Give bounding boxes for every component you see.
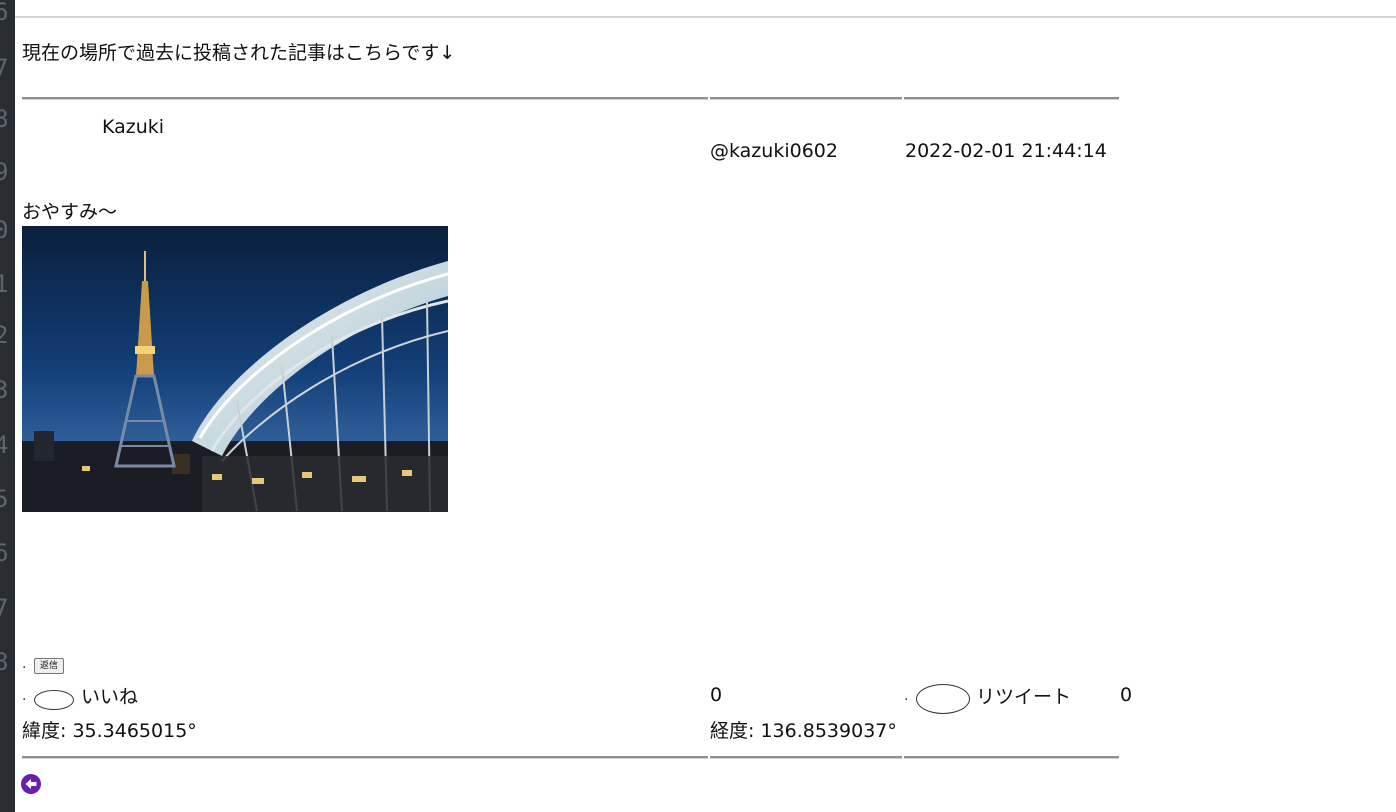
list-bullet: . (22, 688, 27, 704)
line-number: 2 (0, 321, 9, 349)
reply-button[interactable]: 返信 (34, 658, 64, 674)
latitude-text: 緯度: 35.3465015° (22, 720, 197, 742)
line-number: 0 (0, 216, 9, 244)
post-user-name[interactable]: Kazuki (102, 116, 164, 138)
night-cityscape-image (22, 226, 448, 512)
table-rule (710, 97, 902, 99)
line-number: 3 (0, 376, 9, 404)
line-number: 8 (0, 648, 9, 676)
post-body-text: おやすみ〜 (22, 201, 118, 223)
line-number: 4 (0, 431, 9, 459)
line-number: 5 (0, 485, 9, 513)
intro-heading: 現在の場所で過去に投稿された記事はこちらです↓ (22, 42, 456, 64)
table-rule (22, 97, 708, 99)
table-rule (904, 97, 1119, 99)
post-photo (22, 226, 448, 512)
line-number: 7 (0, 54, 9, 82)
line-number-gutter: 6 7 8 9 0 1 2 3 4 5 6 7 8 (0, 0, 15, 812)
list-bullet: . (904, 688, 909, 704)
longitude-text: 経度: 136.8539037° (710, 720, 897, 742)
line-number: 9 (0, 158, 9, 186)
list-bullet: . (22, 656, 27, 672)
line-number: 8 (0, 105, 9, 133)
retweet-count: 0 (1120, 684, 1133, 706)
back-link[interactable] (21, 774, 41, 794)
line-number: 6 (0, 0, 9, 26)
arrow-left-circle-icon (21, 774, 41, 794)
line-number: 6 (0, 539, 9, 567)
post-user-handle[interactable]: @kazuki0602 (710, 140, 838, 162)
line-number: 7 (0, 594, 9, 622)
like-label: いいね (81, 686, 139, 708)
post-timestamp: 2022-02-01 21:44:14 (905, 140, 1107, 162)
like-count: 0 (710, 684, 723, 706)
retweet-label: リツイート (976, 686, 1072, 708)
retweet-button[interactable] (916, 684, 970, 714)
table-rule (22, 756, 708, 758)
table-rule (710, 756, 902, 758)
top-divider (15, 16, 1396, 18)
like-button[interactable] (34, 690, 74, 710)
table-rule (904, 756, 1119, 758)
line-number: 1 (0, 270, 9, 298)
